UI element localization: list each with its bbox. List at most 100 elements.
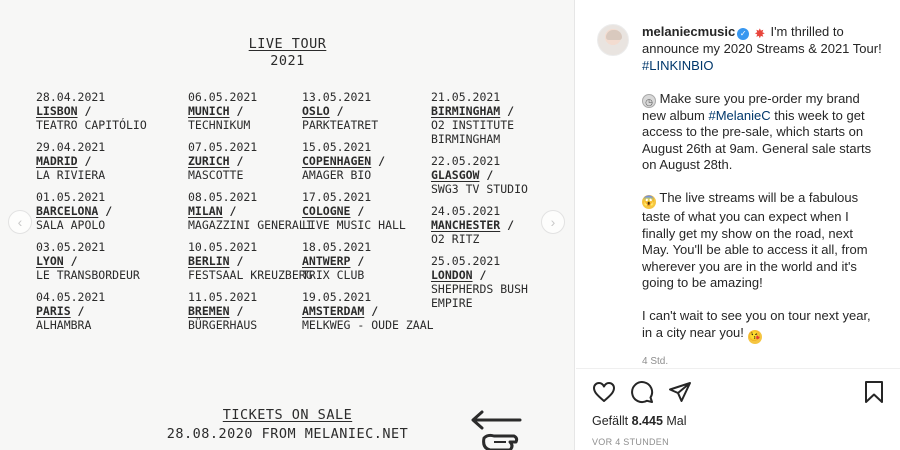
tour-venue: LIVE MUSIC HALL bbox=[302, 218, 406, 232]
tour-date: 01.05.2021 bbox=[36, 190, 106, 204]
chevron-right-icon: › bbox=[550, 214, 556, 230]
tour-date-entry: 07.05.2021 ZURICH / MASCOTTE bbox=[188, 140, 313, 182]
tour-city: BREMEN / bbox=[188, 304, 313, 318]
like-button[interactable] bbox=[592, 380, 618, 406]
city-separator: / bbox=[229, 104, 244, 118]
tour-date: 25.05.2021 bbox=[431, 254, 501, 268]
city-name: OSLO bbox=[302, 104, 330, 118]
tour-date: 10.05.2021 bbox=[188, 240, 258, 254]
tour-venue: O2 INSTITUTE BIRMINGHAM bbox=[431, 118, 515, 146]
tour-venue: MASCOTTE bbox=[188, 168, 244, 182]
previous-slide-button[interactable]: ‹ bbox=[8, 210, 32, 234]
city-name: BREMEN bbox=[188, 304, 230, 318]
city-separator: / bbox=[500, 104, 515, 118]
clock-emoji-icon: ◷ bbox=[642, 93, 656, 108]
tour-city: LYON / bbox=[36, 254, 147, 268]
tour-column-1: 28.04.2021 LISBON / TEATRO CAPITÓLIO 29.04.… bbox=[36, 90, 147, 340]
tour-venue: BÜRGERHAUS bbox=[188, 318, 258, 332]
tour-date: 18.05.2021 bbox=[302, 240, 372, 254]
tour-date: 17.05.2021 bbox=[302, 190, 372, 204]
city-separator: / bbox=[329, 104, 344, 118]
tour-venue: SALA APOLO bbox=[36, 218, 106, 232]
tour-venue: SHEPHERDS BUSH EMPIRE bbox=[431, 282, 528, 310]
caption-timestamp: 4 Std. bbox=[642, 356, 669, 366]
save-button[interactable] bbox=[862, 380, 888, 406]
tour-venue: PARKTEATRET bbox=[302, 118, 379, 132]
tour-date-entry: 08.05.2021 MILAN / MAGAZZINI GENERALI bbox=[188, 190, 313, 232]
poster-title-line2: 2021 bbox=[270, 53, 305, 69]
tour-venue: LE TRANSBORDEUR bbox=[36, 268, 140, 282]
tour-venue: AMAGER BIO bbox=[302, 168, 372, 182]
city-separator: / bbox=[350, 204, 365, 218]
tour-city: MUNICH / bbox=[188, 104, 313, 118]
city-separator: / bbox=[77, 104, 92, 118]
tour-date: 03.05.2021 bbox=[36, 240, 106, 254]
tour-date-entry: 01.05.2021 BARCELONA / SALA APOLO bbox=[36, 190, 147, 232]
city-name: PARIS bbox=[36, 304, 71, 318]
tour-date-entry: 17.05.2021 COLOGNE / LIVE MUSIC HALL bbox=[302, 190, 434, 232]
city-separator: / bbox=[229, 254, 244, 268]
avatar[interactable] bbox=[597, 24, 629, 56]
tour-city: MADRID / bbox=[36, 154, 147, 168]
tour-date: 11.05.2021 bbox=[188, 290, 258, 304]
tour-date-entry: 10.05.2021 BERLIN / FESTSAAL KREUZBERG bbox=[188, 240, 313, 282]
poster-title-line1: LIVE TOUR bbox=[248, 36, 327, 52]
tour-city: LISBON / bbox=[36, 104, 147, 118]
tour-venue: MELKWEG - OUDE ZAAL bbox=[302, 318, 434, 332]
username-link[interactable]: melaniecmusic bbox=[642, 24, 735, 39]
tour-date-entry: 18.05.2021 ANTWERP / TRIX CLUB bbox=[302, 240, 434, 282]
tour-column-3: 13.05.2021 OSLO / PARKTEATRET 15.05.2021 COP… bbox=[302, 90, 434, 340]
city-name: BIRMINGHAM bbox=[431, 104, 501, 118]
post-sidebar: melaniecmusic ✓ ✸ I'm thrilled to announc… bbox=[576, 0, 900, 450]
scream-emoji-icon: 😱 bbox=[642, 195, 656, 209]
tour-city: OSLO / bbox=[302, 104, 434, 118]
city-separator: / bbox=[371, 154, 386, 168]
collision-emoji-icon: ✸ bbox=[754, 26, 766, 41]
share-button[interactable] bbox=[668, 380, 694, 406]
city-name: MADRID bbox=[36, 154, 78, 168]
city-name: GLASGOW bbox=[431, 168, 480, 182]
city-separator: / bbox=[77, 154, 92, 168]
tour-date-entry: 15.05.2021 COPENHAGEN / AMAGER BIO bbox=[302, 140, 434, 182]
post-age[interactable]: VOR 4 STUNDEN bbox=[592, 437, 669, 447]
tour-date: 04.05.2021 bbox=[36, 290, 106, 304]
city-separator: / bbox=[479, 168, 494, 182]
like-count[interactable]: Gefällt 8.445 Mal bbox=[592, 414, 687, 428]
tour-date: 21.05.2021 bbox=[431, 90, 501, 104]
tour-venue: TEATRO CAPITÓLIO bbox=[36, 118, 147, 132]
tour-city: COPENHAGEN / bbox=[302, 154, 434, 168]
city-name: COLOGNE bbox=[302, 204, 351, 218]
likes-number: 8.445 bbox=[631, 414, 663, 428]
comment-button[interactable] bbox=[630, 380, 656, 406]
verified-badge-icon: ✓ bbox=[737, 28, 750, 40]
tour-city: MILAN / bbox=[188, 204, 313, 218]
tour-date: 22.05.2021 bbox=[431, 154, 501, 168]
tour-city: ZURICH / bbox=[188, 154, 313, 168]
city-separator: / bbox=[472, 268, 487, 282]
tour-date: 13.05.2021 bbox=[302, 90, 372, 104]
pointing-hand-icon bbox=[471, 410, 522, 450]
bookmark-icon bbox=[865, 381, 883, 403]
heart-icon bbox=[593, 382, 615, 402]
city-name: ZURICH bbox=[188, 154, 230, 168]
tour-date-entry: 06.05.2021 MUNICH / TECHNIKUM bbox=[188, 90, 313, 132]
city-separator: / bbox=[70, 304, 85, 318]
post-action-bar bbox=[592, 380, 888, 406]
tour-date-entry: 21.05.2021 BIRMINGHAM / O2 INSTITUTE BIRMI… bbox=[431, 90, 574, 146]
tour-city: BIRMINGHAM / bbox=[431, 104, 574, 118]
hashtag-linkinbio[interactable]: #LINKINBIO bbox=[642, 58, 714, 73]
tour-venue: O2 RITZ bbox=[431, 232, 480, 246]
tour-city: BERLIN / bbox=[188, 254, 313, 268]
tour-column-2: 06.05.2021 MUNICH / TECHNIKUM 07.05.2021 ZUR… bbox=[188, 90, 313, 340]
next-slide-button[interactable]: › bbox=[541, 210, 565, 234]
hashtag-melaniec[interactable]: #MelanieC bbox=[708, 108, 770, 123]
tour-city: LONDON / bbox=[431, 268, 574, 282]
divider bbox=[576, 368, 900, 369]
tour-date-entry: 25.05.2021 LONDON / SHEPHERDS BUSH EMPIRE bbox=[431, 254, 574, 310]
tour-city: AMSTERDAM / bbox=[302, 304, 434, 318]
city-separator: / bbox=[229, 304, 244, 318]
tour-date: 29.04.2021 bbox=[36, 140, 106, 154]
caption-paragraph-2: ◷ Make sure you pre-order my brand new a… bbox=[642, 91, 882, 174]
kiss-emoji-icon: 😘 bbox=[747, 329, 762, 344]
tour-venue: TRIX CLUB bbox=[302, 268, 365, 282]
